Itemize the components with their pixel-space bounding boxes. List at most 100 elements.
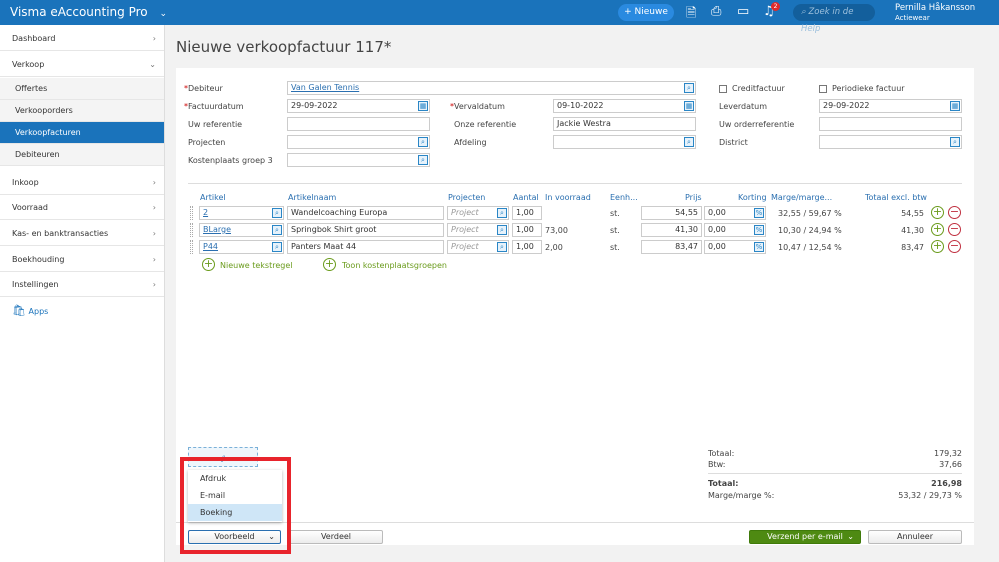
col-marge[interactable]: Marge/marge... [771, 193, 832, 202]
percent-icon[interactable]: % [754, 225, 764, 235]
project-field[interactable]: Project ⌕ [447, 206, 509, 220]
periodieke-checkbox[interactable] [819, 85, 827, 93]
search-icon[interactable]: ⌕ [418, 137, 428, 147]
sidebar-subitem-debiteuren[interactable]: Debiteuren [0, 144, 164, 166]
calendar-icon[interactable]: ▦ [684, 101, 694, 111]
artikel-field[interactable]: BLarge ⌕ [199, 223, 284, 237]
uw-orderreferentie-field[interactable] [819, 117, 962, 131]
creditfactuur-checkbox[interactable] [719, 85, 727, 93]
show-cost-groups-link[interactable]: Toon kostenplaatsgroepen [342, 261, 447, 270]
search-icon[interactable]: ⌕ [684, 137, 694, 147]
chevron-right-icon: › [152, 178, 156, 187]
artikel-field[interactable]: 2 ⌕ [199, 206, 284, 220]
search-icon[interactable]: ⌕ [950, 137, 960, 147]
document-search-icon[interactable]: 🗎 [686, 4, 696, 26]
add-row-icon[interactable]: + [931, 240, 944, 253]
sidebar-item-boekhouding[interactable]: Boekhouding › [0, 247, 164, 272]
col-in-voorraad[interactable]: In voorraad [545, 193, 591, 202]
add-text-line-icon[interactable]: + [202, 258, 215, 271]
remove-row-icon[interactable]: − [948, 240, 961, 253]
help-search-input[interactable]: ⌕ Zoek in de Help [793, 4, 875, 34]
add-row-icon[interactable]: + [931, 223, 944, 236]
onze-referentie-field[interactable]: Jackie Westra [553, 117, 696, 131]
send-email-button[interactable]: Verzend per e-mail ⌄ [749, 530, 861, 544]
app-title[interactable]: Visma eAccounting Pro ⌄ [10, 5, 167, 19]
user-menu[interactable]: Pernilla Håkansson Actiewear [895, 3, 975, 23]
project-field[interactable]: Project ⌕ [447, 240, 509, 254]
col-aantal[interactable]: Aantal [513, 193, 539, 202]
col-eenheid[interactable]: Eenh... [610, 193, 638, 202]
cancel-button[interactable]: Annuleer [868, 530, 962, 544]
sidebar-subitem-verkooporders[interactable]: Verkooporders [0, 100, 164, 122]
sidebar-item-apps[interactable]: 🛍 Apps [0, 298, 164, 323]
debiteur-link[interactable]: Van Galen Tennis [291, 83, 359, 92]
prijs-field[interactable]: 54,55 [641, 206, 702, 220]
sidebar-item-verkoop[interactable]: Verkoop ⌄ [0, 52, 164, 77]
artikelnaam-field[interactable]: Wandelcoaching Europa [287, 206, 444, 220]
aantal-field[interactable]: 1,00 [512, 206, 542, 220]
sidebar-item-voorraad[interactable]: Voorraad › [0, 195, 164, 220]
sidebar-item-instellingen[interactable]: Instellingen › [0, 272, 164, 297]
factuurdatum-field[interactable]: 29-09-2022 ▦ [287, 99, 430, 113]
divider [176, 522, 974, 523]
leverdatum-field[interactable]: 29-09-2022 ▦ [819, 99, 962, 113]
percent-icon[interactable]: % [754, 208, 764, 218]
chat-icon[interactable]: ▭ [737, 4, 749, 19]
search-icon[interactable]: ⌕ [497, 208, 507, 218]
aantal-field[interactable]: 1,00 [512, 240, 542, 254]
debiteur-field[interactable]: Van Galen Tennis ⌕ [287, 81, 696, 95]
search-icon[interactable]: ⌕ [497, 242, 507, 252]
search-icon[interactable]: ⌕ [272, 208, 282, 218]
col-projecten[interactable]: Projecten [448, 193, 485, 202]
printer-icon[interactable]: ⎙ [711, 4, 721, 19]
korting-field[interactable]: 0,00% [704, 206, 766, 220]
search-icon[interactable]: ⌕ [497, 225, 507, 235]
add-row-icon[interactable]: + [931, 206, 944, 219]
chevron-down-icon: ⌄ [149, 60, 156, 69]
calendar-icon[interactable]: ▦ [950, 101, 960, 111]
drag-handle[interactable] [190, 240, 193, 254]
artikelnaam-field[interactable]: Panters Maat 44 [287, 240, 444, 254]
col-artikel[interactable]: Artikel [200, 193, 226, 202]
search-icon[interactable]: ⌕ [272, 242, 282, 252]
sidebar-item-dashboard[interactable]: Dashboard › [0, 26, 164, 51]
afdeling-field[interactable]: ⌕ [553, 135, 696, 149]
sidebar-subitem-offertes[interactable]: Offertes [0, 78, 164, 100]
col-artikelnaam[interactable]: Artikelnaam [288, 193, 336, 202]
sidebar-subitem-verkoopfacturen[interactable]: Verkoopfacturen [0, 122, 164, 144]
remove-row-icon[interactable]: − [948, 223, 961, 236]
artikelnaam-field[interactable]: Springbok Shirt groot [287, 223, 444, 237]
uw-referentie-field[interactable] [287, 117, 430, 131]
remove-row-icon[interactable]: − [948, 206, 961, 219]
prijs-field[interactable]: 41,30 [641, 223, 702, 237]
vervaldatum-field[interactable]: 09-10-2022 ▦ [553, 99, 696, 113]
verdeel-button[interactable]: Verdeel [289, 530, 383, 544]
sidebar-item-inkoop[interactable]: Inkoop › [0, 170, 164, 195]
col-totaal[interactable]: Totaal excl. btw [865, 193, 927, 202]
search-icon[interactable]: ⌕ [684, 83, 694, 93]
kostenplaats-field[interactable]: ⌕ [287, 153, 430, 167]
show-cost-groups-icon[interactable]: + [323, 258, 336, 271]
korting-field[interactable]: 0,00% [704, 240, 766, 254]
drag-handle[interactable] [190, 223, 193, 237]
korting-field[interactable]: 0,00% [704, 223, 766, 237]
new-text-line-link[interactable]: Nieuwe tekstregel [220, 261, 292, 270]
search-icon[interactable]: ⌕ [272, 225, 282, 235]
new-button[interactable]: + Nieuwe [618, 4, 674, 21]
calendar-icon[interactable]: ▦ [418, 101, 428, 111]
aantal-field[interactable]: 1,00 [512, 223, 542, 237]
col-prijs[interactable]: Prijs [685, 193, 702, 202]
marge-value: 10,30 / 24,94 % [778, 226, 842, 235]
sidebar-item-kas-bank[interactable]: Kas- en banktransacties › [0, 221, 164, 246]
prijs-field[interactable]: 83,47 [641, 240, 702, 254]
projecten-field[interactable]: ⌕ [287, 135, 430, 149]
search-icon[interactable]: ⌕ [418, 155, 428, 165]
eenheid-value: st. [610, 209, 620, 218]
district-field[interactable]: ⌕ [819, 135, 962, 149]
drag-handle[interactable] [190, 206, 193, 220]
col-korting[interactable]: Korting [738, 193, 767, 202]
artikel-field[interactable]: P44 ⌕ [199, 240, 284, 254]
percent-icon[interactable]: % [754, 242, 764, 252]
uw-referentie-label: Uw referentie [188, 120, 243, 129]
project-field[interactable]: Project ⌕ [447, 223, 509, 237]
